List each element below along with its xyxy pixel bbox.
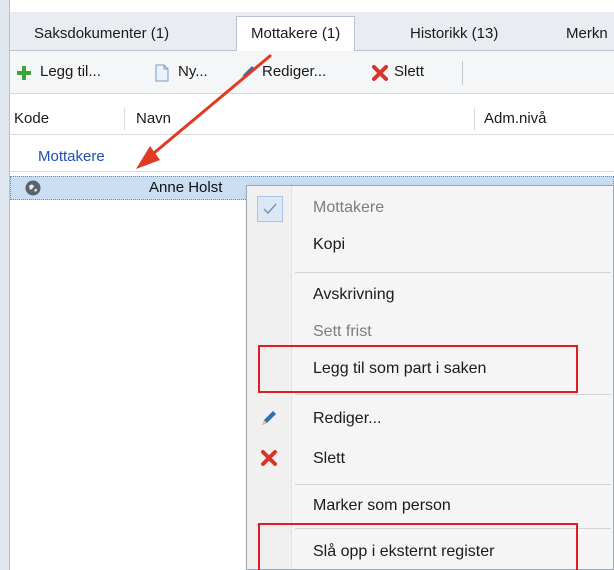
app-window: Saksdokumenter (1) Mottakere (1) Histori…	[0, 0, 614, 570]
annotation-arrow	[136, 54, 272, 169]
